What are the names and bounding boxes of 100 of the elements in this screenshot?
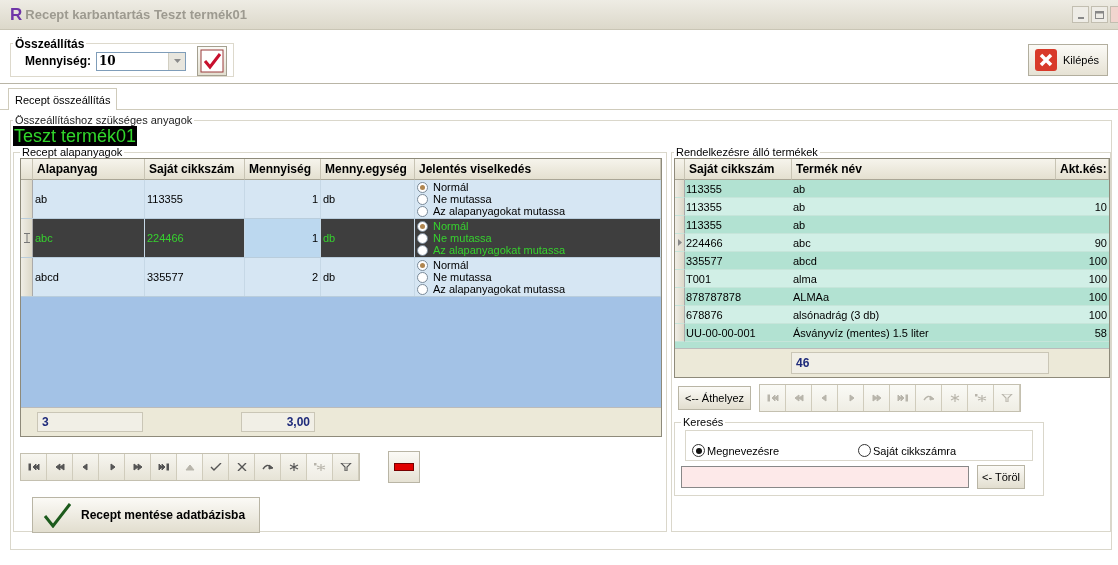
radio-button[interactable]	[417, 205, 428, 217]
table-cell: 2	[245, 258, 321, 296]
group-title: Keresés	[682, 416, 725, 428]
column-header[interactable]: Alapanyag	[33, 159, 145, 180]
radio-label: Az alapanyagokat mutassa	[433, 283, 566, 295]
asterisk-icon	[948, 394, 961, 402]
radio-button[interactable]	[417, 259, 428, 271]
row-indicator	[21, 180, 33, 218]
column-header[interactable]: Saját cikkszám	[145, 159, 245, 180]
table-cell: abc	[33, 219, 145, 257]
table-row[interactable]: 878787878 ALMAa 100	[675, 288, 1109, 306]
navigator-button[interactable]	[151, 454, 177, 480]
column-header[interactable]: Menny.egység	[321, 159, 415, 180]
quantity-combobox[interactable]: 10	[96, 51, 186, 71]
table-cell: db	[321, 180, 415, 218]
navigator-button[interactable]	[99, 454, 125, 480]
table-row[interactable]: UU-00-00-001 Ásványvíz (mentes) 1.5 liter 58	[675, 324, 1109, 342]
table-row[interactable]: 335577 abcd 100	[675, 252, 1109, 270]
confirm-button[interactable]	[197, 46, 227, 76]
minus-icon	[394, 463, 414, 471]
radio-button[interactable]	[417, 271, 428, 283]
navigator-button[interactable]	[73, 454, 99, 480]
check-icon	[209, 463, 222, 471]
radio-label: Normál	[433, 220, 469, 232]
radio-option[interactable]: Megnevezésre	[692, 444, 858, 457]
table-row[interactable]: ab 113355 1 db Normál Ne mutassa Az alapanyagokat mutassa	[21, 180, 661, 219]
radio-button[interactable]	[417, 244, 428, 256]
tab[interactable]: Recept összeállítás	[8, 88, 118, 110]
minimize-button[interactable]	[1072, 6, 1089, 23]
curved-arrow-icon	[261, 463, 274, 471]
navigator-button[interactable]	[255, 454, 281, 480]
radio-label: Ne mutassa	[433, 271, 492, 283]
table-cell: db	[321, 258, 415, 296]
asterisk-icon	[313, 463, 326, 471]
search-field[interactable]	[681, 466, 969, 488]
footer-count: 3	[37, 412, 143, 432]
radio-label: Normál	[433, 181, 469, 193]
asterisk-icon	[974, 394, 987, 402]
exit-button[interactable]: Kilépés	[1027, 43, 1108, 76]
skip-last-icon	[157, 463, 170, 471]
column-header[interactable]: Mennyiség	[245, 159, 321, 180]
radio-label: Normál	[433, 259, 469, 271]
column-header[interactable]: Saját cikkszám	[685, 159, 792, 180]
asterisk-icon	[287, 463, 300, 471]
dropdown-arrow-icon	[173, 59, 181, 63]
move-button[interactable]: <-- Áthelyez	[678, 386, 751, 410]
footer-count: 46	[791, 352, 1049, 374]
product-title: Teszt termék01	[13, 126, 138, 146]
navigator-button[interactable]	[21, 454, 47, 480]
radio-button[interactable]	[692, 444, 705, 457]
table-row[interactable]: T001 alma 100	[675, 270, 1109, 288]
text-cursor-icon	[23, 233, 30, 243]
skip-last-icon	[896, 394, 909, 402]
radio-button[interactable]	[417, 181, 428, 193]
group-title: Összeállítás	[14, 36, 86, 51]
radio-button[interactable]	[858, 444, 871, 457]
maximize-icon	[1095, 10, 1104, 19]
skip-first-icon	[27, 463, 40, 471]
navigator-button[interactable]	[47, 454, 73, 480]
radio-option[interactable]: Saját cikkszámra	[858, 444, 1024, 457]
radio-button[interactable]	[417, 283, 428, 295]
double-left-icon	[792, 394, 805, 402]
header-corner	[21, 159, 33, 180]
footer-total: 3,00	[241, 412, 315, 432]
double-left-icon	[53, 463, 66, 471]
close-icon	[1034, 48, 1057, 71]
table-row[interactable]: 113355 ab 10	[675, 198, 1109, 216]
column-header[interactable]: Termék név	[792, 159, 1056, 180]
radio-button[interactable]	[417, 193, 428, 205]
clear-button[interactable]: <- Töröl	[977, 465, 1025, 489]
table-row[interactable]: 678876 alsónadrág (3 db) 100	[675, 306, 1109, 324]
radio-label: Az alapanyagokat mutassa	[433, 205, 566, 217]
row-indicator	[21, 258, 33, 296]
navigator-button[interactable]	[281, 454, 307, 480]
navigator-button[interactable]	[125, 454, 151, 480]
maximize-button[interactable]	[1091, 6, 1108, 23]
group-title: Rendelkezésre álló termékek	[675, 146, 819, 158]
table-cell: 1	[245, 180, 321, 218]
column-header[interactable]: Akt.kés:	[1056, 159, 1109, 180]
table-row[interactable]: abc 224466 1 db Normál Ne mutassa Az alapanyagokat mutassa	[21, 219, 661, 258]
radio-button[interactable]	[417, 232, 428, 244]
quantity-label: Mennyiség:	[25, 54, 91, 68]
up-triangle-icon	[183, 463, 196, 471]
table-row[interactable]: 113355 ab	[675, 216, 1109, 234]
table-row[interactable]: 224466 abc 90	[675, 234, 1109, 252]
table-cell: 113355	[145, 180, 245, 218]
double-right-icon	[131, 463, 144, 471]
delete-button[interactable]	[388, 451, 420, 483]
radio-button[interactable]	[417, 220, 428, 232]
minimize-icon	[1077, 17, 1084, 19]
table-row[interactable]: abcd 335577 2 db Normál Ne mutassa Az alapanyagokat mutassa	[21, 258, 661, 297]
header-corner	[675, 159, 685, 180]
close-icon	[235, 463, 248, 471]
checkmark-icon	[200, 49, 224, 73]
navigator-button[interactable]	[229, 454, 255, 480]
column-header[interactable]: Jelentés viselkedés	[415, 159, 661, 180]
skip-first-icon	[766, 394, 779, 402]
save-button[interactable]: Recept mentése adatbázisba	[32, 497, 261, 533]
table-cell: 335577	[145, 258, 245, 296]
table-row[interactable]: 113355 ab	[675, 180, 1109, 198]
